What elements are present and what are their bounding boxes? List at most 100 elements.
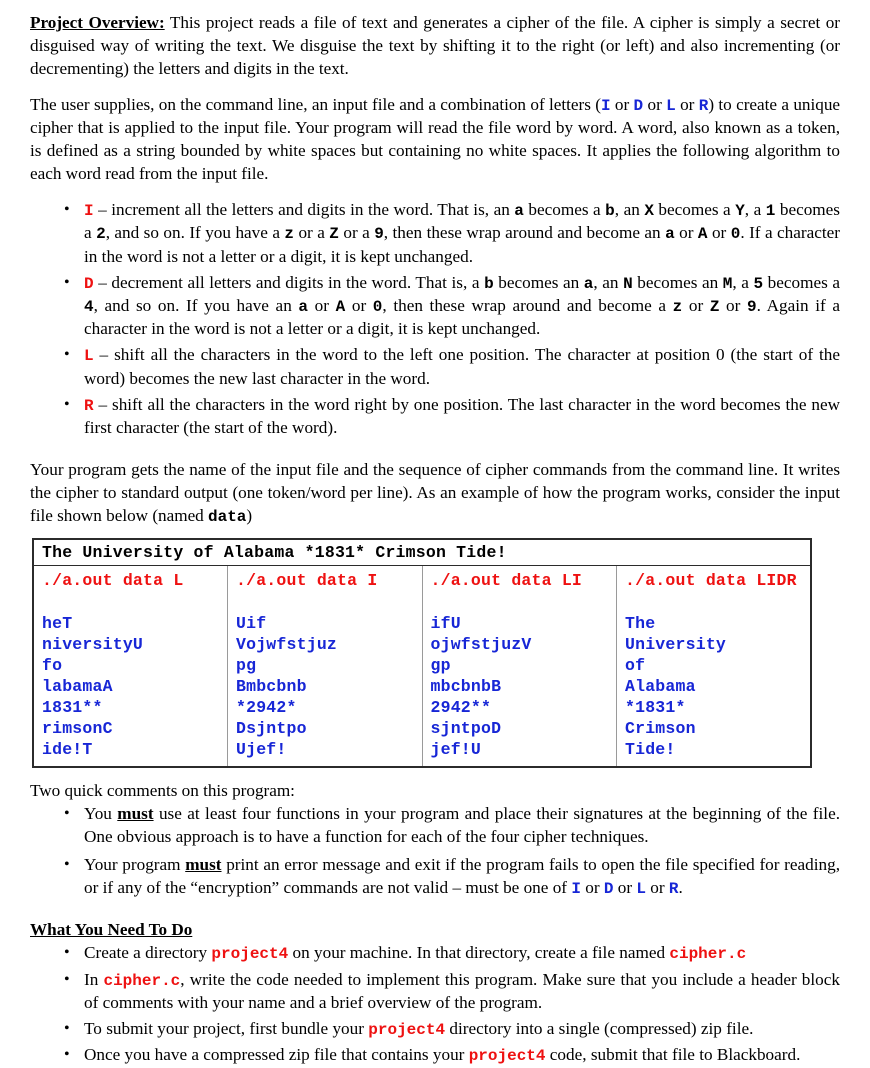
cmd-i-text-4: becomes a bbox=[653, 200, 736, 220]
cmd-d-text-10: , then these wrap around and become a bbox=[382, 296, 673, 316]
cmd-d-token-d: M bbox=[722, 274, 733, 293]
cmd-i-text-11: or bbox=[674, 223, 698, 243]
todo-4-text-2: code, submit that file to Blackboard. bbox=[545, 1045, 801, 1065]
command-code-l: L bbox=[84, 347, 94, 366]
list-item-todo-3: To submit your project, first bundle you… bbox=[30, 1017, 840, 1041]
project-overview-paragraph: Project Overview: This project reads a f… bbox=[30, 12, 840, 81]
cmd-d-token-a: b bbox=[484, 274, 494, 293]
list-item-todo-2: In cipher.c, write the code needed to im… bbox=[30, 968, 840, 1015]
comment-2-text-3: . bbox=[678, 878, 683, 898]
cmd-i-token-i: 9 bbox=[374, 225, 384, 244]
column-command-i: ./a.out data I bbox=[236, 571, 378, 591]
token-l-6: ide!T bbox=[42, 740, 93, 760]
todo-section-heading: What You Need To Do bbox=[30, 919, 840, 942]
list-item-todo-4: Once you have a compressed zip file that… bbox=[30, 1043, 840, 1067]
cmd-i-text-12: or bbox=[707, 223, 731, 243]
comment-2-text-1: Your program bbox=[84, 855, 186, 875]
blank-spacer-li: . bbox=[431, 592, 441, 611]
cmd-d-text-9: or bbox=[345, 296, 373, 316]
blank-spacer-l: . bbox=[42, 592, 52, 611]
cmd-d-token-k: Z bbox=[709, 298, 720, 317]
token-l-4: 1831** bbox=[42, 697, 103, 717]
table-row-input: The University of Alabama *1831* Crimson… bbox=[33, 539, 811, 567]
cmd-i-token-g: z bbox=[284, 225, 295, 244]
spacer-before-todo bbox=[30, 905, 840, 919]
cmd-d-text-8: or bbox=[308, 296, 336, 316]
blank-spacer-i: . bbox=[236, 592, 246, 611]
code-letter-r: R bbox=[698, 96, 709, 115]
token-lidr-3: Alabama bbox=[625, 676, 696, 696]
token-l-1: niversityU bbox=[42, 634, 144, 654]
column-command-li: ./a.out data LI bbox=[430, 571, 583, 591]
code-letter-l: L bbox=[666, 96, 676, 115]
list-item-comment-1: You must use at least four functions in … bbox=[30, 802, 840, 849]
comments-intro: Two quick comments on this program: bbox=[30, 781, 295, 801]
cmd-i-token-e: 1 bbox=[765, 202, 776, 221]
cmd-d-text-1: – decrement all letters and digits in th… bbox=[93, 272, 485, 292]
command-code-r: R bbox=[84, 396, 94, 415]
cmd-d-token-b: a bbox=[583, 274, 594, 293]
example-text-part-2: ) bbox=[246, 505, 253, 525]
cmd-i-text-5: , a bbox=[744, 200, 766, 220]
token-li-5: sjntpoD bbox=[430, 719, 502, 739]
table-column-li: ./a.out data LI. ifUojwfstjuzVgpmbcbnbB29… bbox=[422, 565, 617, 768]
todo-1-text-2: on your machine. In that directory, crea… bbox=[288, 943, 670, 963]
cmd-i-text-2: becomes a bbox=[523, 200, 606, 220]
cmd-d-token-j: z bbox=[672, 298, 683, 317]
token-lidr-0: The bbox=[625, 613, 656, 633]
token-l-3: labamaA bbox=[42, 676, 113, 696]
cmd-i-token-l: 0 bbox=[730, 225, 741, 244]
token-i-6: Ujef! bbox=[236, 740, 287, 760]
todo-1-text-1: Create a directory bbox=[84, 943, 212, 963]
spacer-after-command-list bbox=[30, 440, 840, 459]
token-li-1: ojwfstjuzV bbox=[430, 634, 532, 654]
comment-2-emphasis: must bbox=[185, 855, 222, 875]
token-lidr-2: of bbox=[625, 655, 646, 675]
example-paragraph: Your program gets the name of the input … bbox=[30, 459, 840, 528]
valid-code-l: L bbox=[636, 880, 646, 899]
input-file-name: data bbox=[208, 507, 247, 526]
cmd-i-text-3: , an bbox=[614, 200, 645, 220]
cmd-i-text-7: , and so on. If you have a bbox=[105, 223, 285, 243]
token-i-5: Dsjntpo bbox=[236, 719, 307, 739]
cmd-i-token-d: Y bbox=[735, 202, 745, 221]
usage-sep-2: or bbox=[643, 94, 667, 114]
token-li-4: 2942** bbox=[430, 697, 492, 717]
todo-1-code-project4: project4 bbox=[211, 945, 289, 964]
usage-sep-1: or bbox=[610, 94, 634, 114]
project-overview-heading: Project Overview: bbox=[30, 13, 165, 32]
token-lidr-5: Crimson bbox=[625, 719, 696, 739]
cmd-i-token-j: a bbox=[665, 225, 675, 244]
cmd-d-token-c: N bbox=[623, 274, 633, 293]
code-letter-i: I bbox=[600, 96, 611, 115]
list-item-comment-2: Your program must print an error message… bbox=[30, 853, 840, 900]
token-li-3: mbcbnbB bbox=[430, 676, 502, 696]
todo-2-code-cipher-c: cipher.c bbox=[103, 971, 181, 990]
cmd-i-token-k: A bbox=[697, 225, 708, 244]
token-li-0: ifU bbox=[430, 613, 461, 633]
cmd-i-text-9: or a bbox=[338, 223, 375, 243]
comment-2-sep-1: or bbox=[580, 878, 604, 898]
todo-3-text-1: To submit your project, first bundle you… bbox=[84, 1019, 369, 1039]
token-i-1: Vojwfstjuz bbox=[236, 634, 338, 654]
cmd-d-text-7: , and so on. If you have an bbox=[93, 296, 299, 316]
token-i-2: pg bbox=[236, 655, 257, 675]
command-code-d: D bbox=[84, 274, 94, 293]
cmd-i-text-10: , then these wrap around and become an bbox=[383, 223, 666, 243]
cmd-d-text-12: or bbox=[719, 296, 747, 316]
cmd-i-token-c: X bbox=[644, 202, 654, 221]
list-item-todo-1: Create a directory project4 on your mach… bbox=[30, 941, 840, 965]
table-column-i: ./a.out data I. UifVojwfstjuzpgBmbcbnb*29… bbox=[227, 565, 423, 768]
table-column-lidr: ./a.out data LIDR. TheUniversityofAlabama… bbox=[617, 566, 812, 767]
todo-heading-text: What You Need To Do bbox=[30, 920, 193, 940]
todo-list: Create a directory project4 on your mach… bbox=[30, 941, 840, 1067]
token-i-3: Bmbcbnb bbox=[236, 676, 307, 696]
usage-sep-3: or bbox=[675, 94, 699, 114]
comment-1-text-1: You bbox=[84, 804, 118, 824]
cmd-d-token-f: 4 bbox=[84, 298, 94, 317]
token-l-0: heT bbox=[42, 613, 73, 633]
table-row-outputs: ./a.out data L. heTniversityUfolabamaA183… bbox=[33, 565, 812, 768]
cmd-l-text: – shift all the characters in the word t… bbox=[84, 345, 840, 388]
cmd-r-text: – shift all the characters in the word r… bbox=[84, 394, 840, 438]
token-li-2: gp bbox=[430, 655, 451, 675]
